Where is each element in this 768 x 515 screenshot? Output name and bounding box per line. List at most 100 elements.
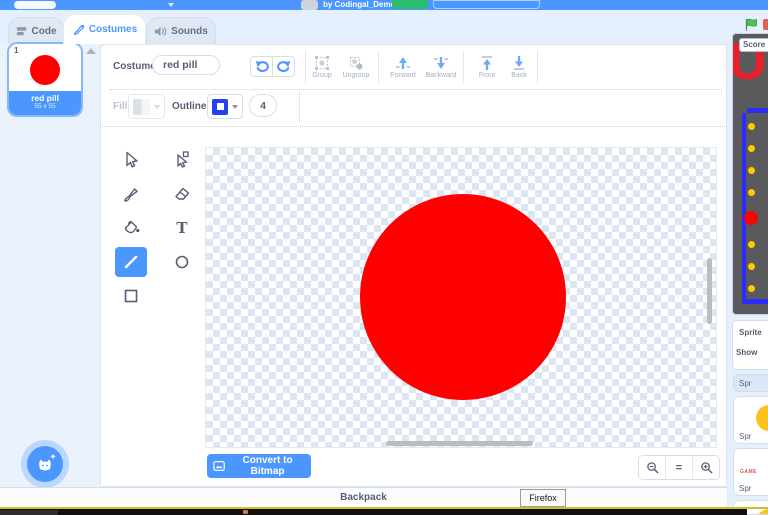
ungroup-icon [348, 55, 364, 71]
brush-tool[interactable] [115, 179, 147, 209]
undo-icon [255, 60, 269, 73]
canvas-horizontal-scrollbar[interactable] [386, 441, 533, 446]
toolbar-divider [537, 52, 538, 84]
chevron-down-icon [154, 105, 160, 109]
pellet-dot [748, 145, 755, 152]
eraser-tool[interactable] [166, 179, 198, 209]
red-pill-sprite-on-stage[interactable] [744, 211, 758, 225]
outline-width-input[interactable] [249, 94, 277, 117]
green-flag-icon[interactable] [745, 18, 758, 31]
share-button[interactable] [392, 0, 428, 9]
outline-color-swatch[interactable] [207, 94, 243, 119]
chevron-down-icon [232, 105, 238, 109]
sprite-thumbnail[interactable]: Spr [733, 374, 768, 392]
zoom-out-button[interactable] [639, 456, 666, 479]
backward-button[interactable]: Backward [422, 55, 460, 79]
sprite-info-pane: Sprite Show [732, 320, 768, 370]
rectangle-tool[interactable] [115, 281, 147, 311]
eraser-icon [172, 184, 192, 204]
tab-costumes[interactable]: Costumes [63, 14, 146, 44]
group-button[interactable]: Group [308, 55, 336, 79]
stage-preview: U Score [732, 33, 768, 315]
outline-label: Outline [172, 101, 206, 112]
code-blocks-icon [16, 25, 28, 37]
sprite-thumbnail[interactable]: GAME Spr [733, 448, 768, 496]
cat-plus-icon [34, 453, 56, 475]
redo-button[interactable] [272, 56, 295, 77]
circle-tool[interactable] [166, 247, 198, 277]
costume-name-input[interactable] [152, 55, 220, 75]
scratch-logo[interactable] [14, 1, 56, 9]
tab-code[interactable]: Code [8, 17, 64, 44]
canvas-vertical-scrollbar[interactable] [707, 258, 712, 324]
costume-shape-red-circle[interactable] [360, 194, 566, 400]
speaker-icon [154, 25, 167, 38]
reshape-tool[interactable] [166, 145, 198, 175]
tab-sounds-label: Sounds [171, 26, 208, 37]
layer-front-icon [479, 55, 495, 71]
front-label: Front [479, 72, 495, 79]
taskbar[interactable] [0, 509, 747, 515]
avatar[interactable] [301, 0, 318, 10]
reshape-icon [172, 150, 192, 170]
back-button[interactable]: Back [506, 55, 532, 79]
costume-thumbnail-circle [30, 55, 60, 85]
undo-button[interactable] [250, 56, 273, 77]
back-label: Back [511, 72, 527, 79]
stage-sprite-strip: U Score Sprite Show Spr Spr [727, 10, 768, 515]
pellet-dot [748, 189, 755, 196]
text-tool[interactable]: T [166, 213, 198, 243]
fill-color-swatch[interactable] [128, 94, 165, 119]
costume-name-label: Costume [113, 61, 156, 72]
ungroup-button[interactable]: Ungroup [340, 55, 372, 79]
zoom-in-button[interactable] [693, 456, 719, 479]
paint-canvas[interactable] [205, 147, 717, 448]
taskbar-app-icon[interactable] [243, 510, 248, 514]
layer-back-icon [511, 55, 527, 71]
select-tool[interactable] [115, 145, 147, 175]
text-icon: T [172, 218, 192, 238]
rectangle-icon [121, 286, 141, 306]
pellet-dot [748, 167, 755, 174]
toolbar-divider [463, 52, 464, 84]
sprite-thumbnail[interactable]: Spr [733, 396, 768, 444]
score-variable-display[interactable]: Score [739, 38, 768, 52]
forward-button[interactable]: Forward [386, 55, 420, 79]
menu-bar[interactable]: by Codingal_Demo [0, 0, 768, 10]
toolbar-divider [378, 52, 379, 84]
zoom-reset-button[interactable]: = [666, 456, 693, 479]
line-icon [121, 252, 141, 272]
score-variable-label: Score [743, 40, 765, 49]
tab-sounds[interactable]: Sounds [146, 17, 216, 44]
costume-item-name: red pill [9, 93, 81, 103]
group-icon [314, 55, 330, 71]
bitmap-image-icon [213, 460, 225, 472]
taskbar-start-segment[interactable] [0, 510, 58, 515]
fill-tool[interactable] [115, 213, 147, 243]
project-page-button[interactable] [433, 0, 540, 9]
pellet-dot [748, 263, 755, 270]
ungroup-label: Ungroup [343, 72, 370, 79]
toolbar-divider [305, 52, 306, 84]
fill-label: Fill [113, 101, 127, 112]
layer-forward-icon [395, 55, 411, 71]
select-arrow-icon [121, 150, 141, 170]
line-tool[interactable] [115, 247, 147, 277]
sprite-thumb-game-text: GAME [740, 469, 757, 475]
sprite-thumbnail-label: Spr [739, 379, 751, 388]
front-button[interactable]: Front [473, 55, 501, 79]
backpack-label: Backpack [340, 492, 387, 503]
costume-item-band: red pill 55 x 55 [9, 91, 81, 115]
add-costume-button[interactable] [27, 446, 63, 482]
layer-backward-icon [433, 55, 449, 71]
pellet-dot [748, 241, 755, 248]
costume-list-scroll-up[interactable] [86, 48, 96, 54]
backward-label: Backward [426, 72, 457, 79]
stop-icon[interactable] [763, 19, 768, 30]
convert-to-bitmap-button[interactable]: Convert to Bitmap [207, 454, 311, 478]
costume-item-selected[interactable]: 1 red pill 55 x 55 [9, 44, 81, 115]
tab-code-label: Code [32, 26, 57, 37]
backpack-bar[interactable]: Backpack [0, 487, 727, 507]
costume-item-index: 1 [14, 46, 18, 55]
brush-icon [121, 184, 141, 204]
